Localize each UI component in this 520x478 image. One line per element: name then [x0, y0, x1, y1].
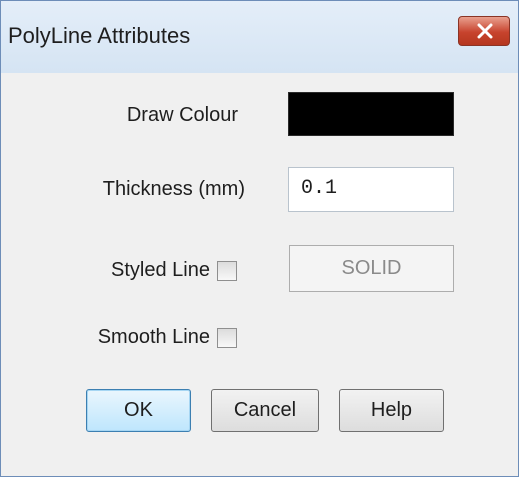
styled-line-label: Styled Line: [111, 259, 210, 281]
styled-line-checkbox[interactable]: [217, 261, 237, 281]
title-bar[interactable]: PolyLine Attributes: [1, 1, 518, 73]
smooth-line-checkbox[interactable]: [217, 328, 237, 348]
draw-colour-label: Draw Colour: [126, 104, 238, 126]
cancel-button[interactable]: Cancel: [211, 389, 319, 432]
smooth-line-label: Smooth Line: [97, 326, 210, 348]
help-button[interactable]: Help: [339, 389, 444, 432]
close-button[interactable]: [458, 16, 510, 46]
close-icon: [477, 23, 493, 39]
ok-button[interactable]: OK: [86, 389, 191, 432]
window-title: PolyLine Attributes: [8, 23, 191, 48]
thickness-input[interactable]: 0.1: [288, 167, 454, 212]
polyline-attributes-dialog: PolyLine Attributes Draw Colour Thicknes…: [0, 0, 519, 477]
line-style-button[interactable]: SOLID: [289, 245, 454, 292]
thickness-label: Thickness (mm): [102, 178, 245, 200]
draw-colour-swatch[interactable]: [288, 92, 454, 136]
